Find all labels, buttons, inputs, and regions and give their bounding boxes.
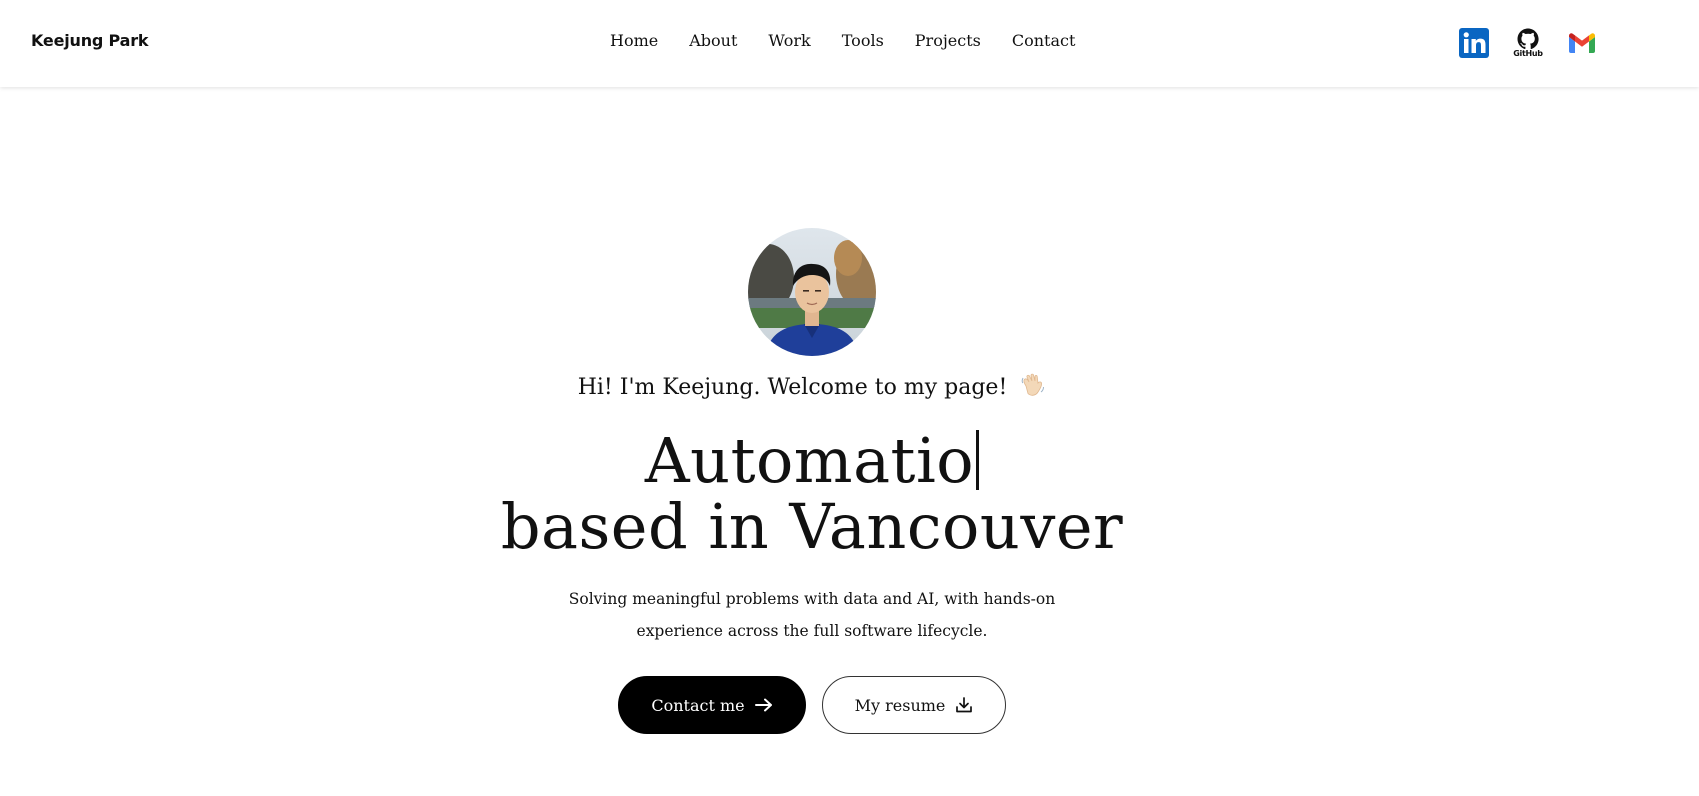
nav-about-link[interactable]: About <box>689 31 737 50</box>
download-icon <box>955 696 973 714</box>
typed-text: Automatio <box>644 424 975 497</box>
top-navbar: Keejung Park Home About Work Tools Proje… <box>0 0 1699 87</box>
gmail-icon[interactable] <box>1567 28 1597 58</box>
nav-work-link[interactable]: Work <box>768 31 810 50</box>
headline-line-2: based in Vancouver <box>500 490 1124 563</box>
greeting-text: Hi! I'm Keejung. Welcome to my page! <box>577 375 1008 400</box>
github-link[interactable]: GitHub <box>1513 27 1543 58</box>
description-line-1: Solving meaningful problems with data an… <box>568 590 1056 608</box>
typing-cursor <box>976 430 980 490</box>
description-line-2: experience across the full software life… <box>636 622 988 640</box>
greeting-line: Hi! I'm Keejung. Welcome to my page! <box>0 372 1624 404</box>
nav-projects-link[interactable]: Projects <box>915 31 981 50</box>
my-resume-button[interactable]: My resume <box>822 676 1006 734</box>
waving-hand-icon <box>1020 372 1046 404</box>
contact-me-label: Contact me <box>651 695 745 715</box>
nav-home-link[interactable]: Home <box>610 31 658 50</box>
brand-name[interactable]: Keejung Park <box>31 31 149 50</box>
headline-line-1: Automatio <box>0 428 1624 494</box>
arrow-right-icon <box>754 698 773 712</box>
linkedin-icon[interactable] <box>1459 27 1489 58</box>
hero-description: Solving meaningful problems with data an… <box>0 583 1624 647</box>
github-label: GitHub <box>1513 49 1543 58</box>
hero-headline: Automatio based in Vancouver <box>0 428 1624 560</box>
nav-tools-link[interactable]: Tools <box>842 31 884 50</box>
github-icon <box>1517 28 1539 50</box>
my-resume-label: My resume <box>854 695 946 715</box>
main-nav: Home About Work Tools Projects Contact <box>610 31 1106 50</box>
nav-contact-link[interactable]: Contact <box>1012 31 1076 50</box>
contact-me-button[interactable]: Contact me <box>618 676 806 734</box>
profile-photo <box>748 228 876 356</box>
social-links: GitHub <box>1459 27 1621 58</box>
